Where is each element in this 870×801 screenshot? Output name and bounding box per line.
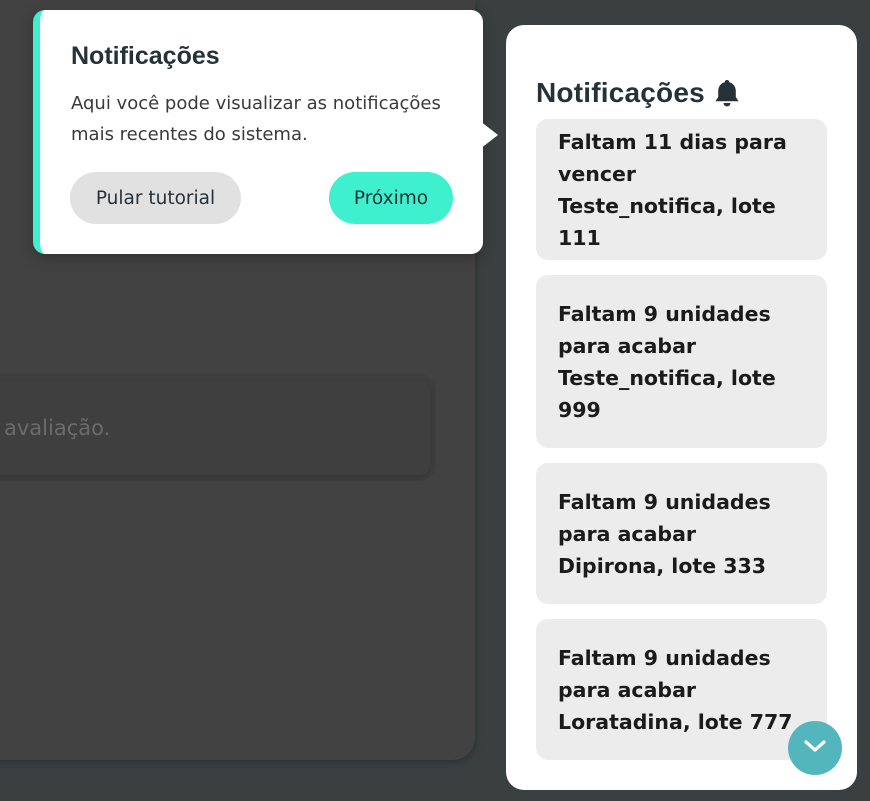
tutorial-title: Notificações [71,42,220,70]
background-text-field: avaliação. [0,380,430,475]
notification-text: Faltam 11 dias para vencer Teste_notific… [558,129,787,250]
bell-icon [713,78,741,108]
panel-title: Notificações [536,77,705,108]
tutorial-description: Aqui você pode visualizar as notificaçõe… [71,93,441,145]
notification-text: Faltam 9 unidades para acabar Teste_noti… [558,301,776,422]
notification-card[interactable]: Faltam 9 unidades para acabar Teste_noti… [536,275,827,448]
skip-tutorial-button[interactable]: Pular tutorial [70,172,241,224]
tutorial-popover: Notificações Aqui você pode visualizar a… [33,10,483,254]
notification-card[interactable]: Faltam 9 unidades para acabar Dipirona, … [536,463,827,604]
notification-card[interactable]: Faltam 9 unidades para acabar Loratadina… [536,619,827,760]
notification-text: Faltam 9 unidades para acabar Dipirona, … [558,489,771,578]
chevron-down-icon [803,738,827,758]
background-field-text: avaliação. [4,415,111,440]
panel-header: Notificações [536,77,741,109]
scroll-down-button[interactable] [788,721,842,775]
notification-text: Faltam 9 unidades para acabar Loratadina… [558,645,793,734]
notification-card[interactable]: Faltam 11 dias para vencer Teste_notific… [536,119,827,260]
next-button[interactable]: Próximo [329,172,453,224]
popover-arrow [480,121,498,149]
notifications-panel: Notificações Faltam 11 dias para vencer … [506,25,857,790]
